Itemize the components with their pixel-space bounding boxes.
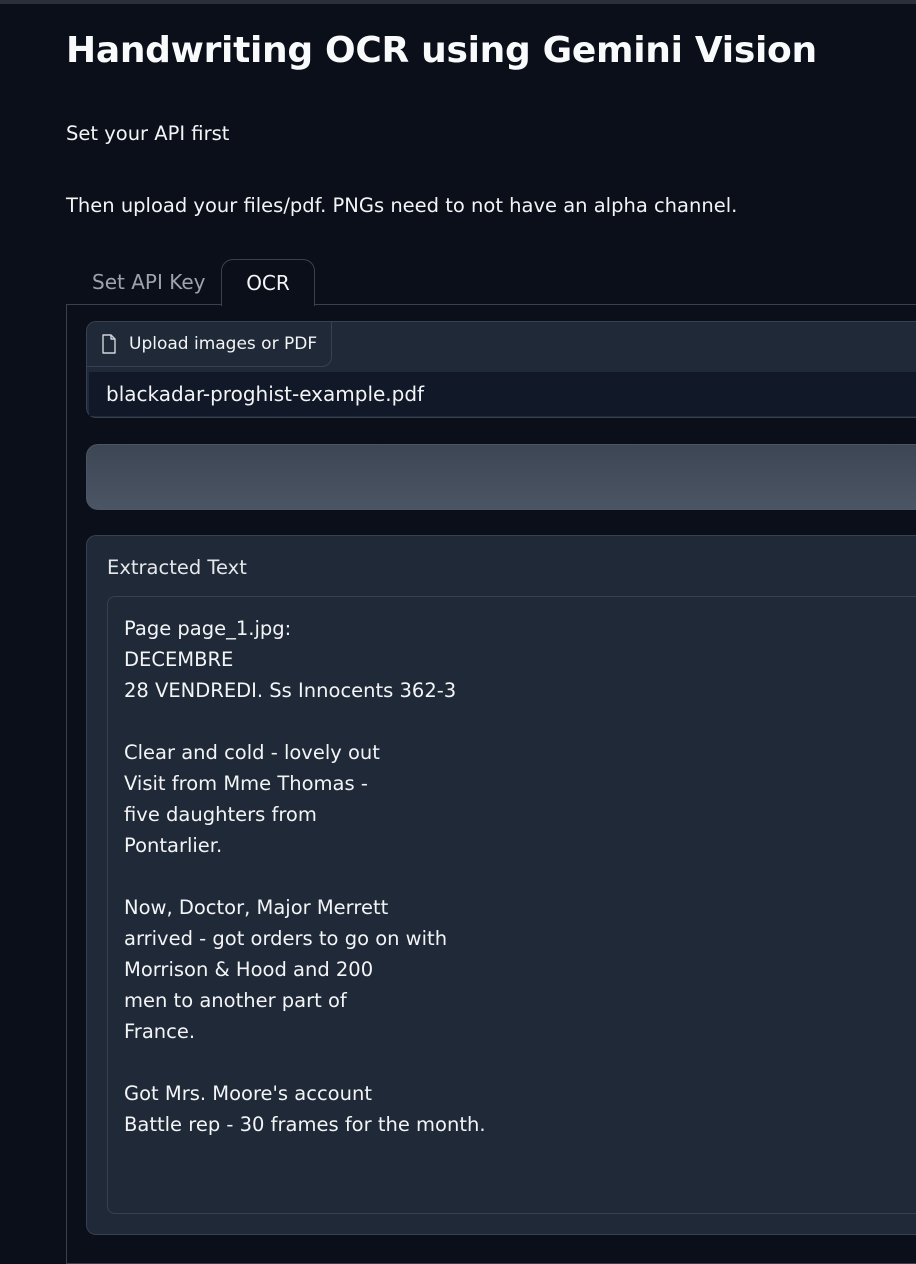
submit-button[interactable]	[86, 444, 916, 510]
extracted-text-area[interactable]: Page page_1.jpg: DECEMBRE 28 VENDREDI. S…	[107, 596, 916, 1214]
tab-bar: Set API Key OCR	[66, 259, 916, 306]
uploaded-file-name[interactable]: blackadar-proghist-example.pdf	[106, 372, 424, 416]
tab-ocr[interactable]: OCR	[221, 259, 315, 306]
upload-button[interactable]: Upload images or PDF	[87, 322, 333, 367]
page-title: Handwriting OCR using Gemini Vision	[66, 30, 817, 71]
instruction-api: Set your API first	[66, 122, 230, 145]
extracted-text-block: Extracted Text Page page_1.jpg: DECEMBRE…	[86, 535, 916, 1235]
file-upload-block: Upload images or PDF blackadar-proghist-…	[86, 321, 916, 418]
extracted-text-content: Page page_1.jpg: DECEMBRE 28 VENDREDI. S…	[124, 617, 486, 1136]
file-icon	[102, 334, 116, 354]
tab-set-api-key[interactable]: Set API Key	[92, 259, 205, 305]
extracted-text-label: Extracted Text	[107, 556, 247, 579]
uploaded-file-row[interactable]: blackadar-proghist-example.pdf	[89, 372, 916, 416]
upload-button-label: Upload images or PDF	[129, 334, 318, 354]
instruction-upload: Then upload your files/pdf. PNGs need to…	[66, 194, 738, 217]
